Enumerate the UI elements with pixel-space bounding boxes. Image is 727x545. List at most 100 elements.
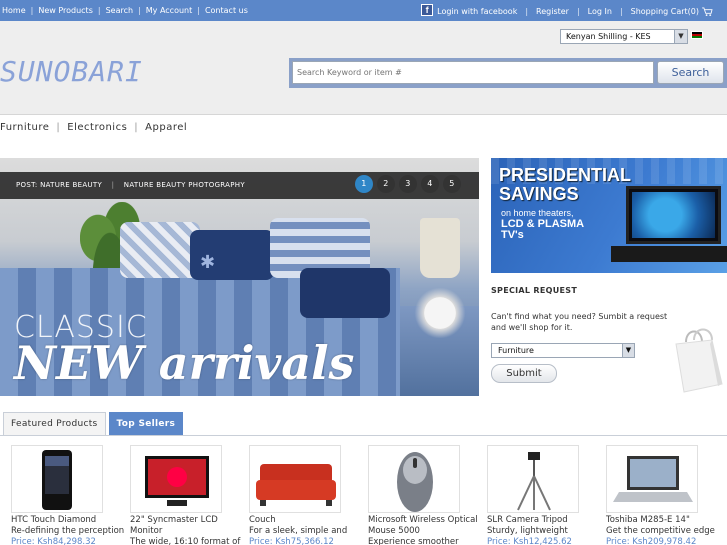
hero-page-5[interactable]: 5 xyxy=(443,175,461,193)
laptop-icon xyxy=(613,456,693,502)
product-thumb[interactable] xyxy=(249,445,341,513)
product-desc: For a sleek, simple and xyxy=(249,526,348,536)
product-thumb[interactable] xyxy=(130,445,222,513)
nav-separator: | xyxy=(525,6,529,16)
special-request-text: Can't find what you need? Sumbit a reque… xyxy=(491,312,668,332)
product-list: HTC Touch Diamond Re-defining the percep… xyxy=(0,445,727,545)
search-button[interactable]: Search xyxy=(657,61,724,84)
product-desc-2: The wide, 16:10 format of xyxy=(130,537,241,545)
tabs-divider xyxy=(0,435,727,436)
product-name[interactable]: Couch xyxy=(249,515,364,526)
product-desc-2: Experience smoother xyxy=(368,537,459,545)
nav-separator: | xyxy=(197,6,200,15)
nav-separator: | xyxy=(138,6,141,15)
category-furniture[interactable]: Furniture xyxy=(0,122,49,133)
tab-featured-products[interactable]: Featured Products xyxy=(3,412,106,435)
cart-icon[interactable] xyxy=(702,6,713,16)
facebook-login-link[interactable]: Login with facebook xyxy=(437,7,517,16)
product-name[interactable]: 22" Syncmaster LCD xyxy=(130,515,245,526)
promo-title-line1: PRESIDENTIAL xyxy=(499,165,632,185)
mouse-icon xyxy=(397,452,433,512)
product-thumb[interactable] xyxy=(11,445,103,513)
site-header: Kenyan Shilling - KES ▼ SUNOBARI Search xyxy=(0,21,727,115)
promo-sub-line3: TV's xyxy=(501,229,524,241)
nav-my-account-link[interactable]: My Account xyxy=(146,6,192,15)
product-price: Price: Ksh12,425.62 xyxy=(487,537,572,545)
hero-caption-bar: POST: NATURE BEAUTY | NATURE BEAUTY PHOT… xyxy=(0,172,479,199)
hero-post-sub[interactable]: NATURE BEAUTY PHOTOGRAPHY xyxy=(124,181,245,189)
special-request-submit-button[interactable]: Submit xyxy=(491,364,557,383)
nav-separator: | xyxy=(576,6,580,16)
coral-image xyxy=(410,288,470,338)
product-card[interactable]: SLR Camera Tripod Sturdy, lightweight Pr… xyxy=(487,445,602,545)
site-logo[interactable]: SUNOBARI xyxy=(0,55,143,88)
promo-sub-line1: on home theaters, xyxy=(501,208,574,218)
nav-home-link[interactable]: Home xyxy=(2,6,26,15)
search-input[interactable] xyxy=(292,61,654,84)
product-name[interactable]: Toshiba M285-E 14" xyxy=(606,515,721,526)
product-price: Price: Ksh209,978.42 xyxy=(606,537,697,545)
promo-title: PRESIDENTIAL SAVINGS xyxy=(499,166,631,204)
login-link[interactable]: Log In xyxy=(588,7,612,16)
register-link[interactable]: Register xyxy=(536,7,569,16)
category-nav: Furniture | Electronics | Apparel xyxy=(0,122,187,133)
pillow-image xyxy=(300,268,390,318)
couch-icon xyxy=(256,464,336,506)
product-thumb[interactable] xyxy=(487,445,579,513)
special-request-select[interactable]: Furniture ▼ xyxy=(491,343,635,358)
product-card[interactable]: HTC Touch Diamond Re-defining the percep… xyxy=(11,445,126,545)
hero-post-label[interactable]: POST: NATURE BEAUTY xyxy=(16,181,102,189)
category-separator: | xyxy=(134,122,139,133)
hero-page-4[interactable]: 4 xyxy=(421,175,439,193)
promo-banner[interactable]: PRESIDENTIAL SAVINGS on home theaters, LCD… xyxy=(491,158,727,273)
kenya-flag-icon xyxy=(691,31,703,39)
special-request-title: SPECIAL REQUEST xyxy=(491,286,578,295)
category-separator: | xyxy=(56,122,61,133)
hero-headline-new-arrivals: NEW arrivals xyxy=(14,336,355,390)
tv-image xyxy=(626,186,721,244)
top-nav-left: Home | New Products | Search | My Accoun… xyxy=(2,6,248,15)
nav-contact-link[interactable]: Contact us xyxy=(205,6,248,15)
product-name[interactable]: Microsoft Wireless Optical xyxy=(368,515,483,526)
shopping-bag-icon xyxy=(675,328,723,393)
product-thumb[interactable] xyxy=(368,445,460,513)
product-name[interactable]: SLR Camera Tripod xyxy=(487,515,602,526)
product-desc: Monitor xyxy=(130,526,163,536)
product-price: Price: Ksh84,298.32 xyxy=(11,537,96,545)
product-price: Price: Ksh75,366.12 xyxy=(249,537,334,545)
nav-separator: | xyxy=(30,6,34,15)
hero-page-3[interactable]: 3 xyxy=(399,175,417,193)
currency-select[interactable]: Kenyan Shilling - KES ▼ xyxy=(560,29,688,44)
shopping-cart-link[interactable]: Shopping Cart(0) xyxy=(631,7,699,16)
chevron-down-icon[interactable]: ▼ xyxy=(622,344,634,357)
facebook-icon: f xyxy=(421,4,434,16)
tripod-icon xyxy=(517,452,551,511)
category-apparel[interactable]: Apparel xyxy=(145,122,187,133)
product-card[interactable]: Couch For a sleek, simple and Price: Ksh… xyxy=(249,445,364,545)
chevron-down-icon[interactable]: ▼ xyxy=(674,30,687,43)
product-card[interactable]: Microsoft Wireless Optical Mouse 5000 Ex… xyxy=(368,445,483,545)
product-card[interactable]: Toshiba M285-E 14" Get the competitive e… xyxy=(606,445,721,545)
hero-separator: | xyxy=(111,181,115,189)
nav-separator: | xyxy=(619,6,623,16)
product-card[interactable]: 22" Syncmaster LCD Monitor The wide, 16:… xyxy=(130,445,245,545)
hero-page-2[interactable]: 2 xyxy=(377,175,395,193)
hero-slider[interactable]: ✱ POST: NATURE BEAUTY | NATURE BEAUTY PH… xyxy=(0,158,479,396)
lamp-image xyxy=(420,218,460,278)
product-desc: Re-defining the perception xyxy=(11,526,125,536)
nav-search-link[interactable]: Search xyxy=(106,6,133,15)
special-request-select-value: Furniture xyxy=(498,346,534,355)
product-name[interactable]: HTC Touch Diamond xyxy=(11,515,126,526)
nav-new-products-link[interactable]: New Products xyxy=(38,6,93,15)
category-electronics[interactable]: Electronics xyxy=(67,122,127,133)
product-thumb[interactable] xyxy=(606,445,698,513)
monitor-icon xyxy=(145,456,209,506)
product-desc: Get the competitive edge xyxy=(606,526,715,536)
promo-subtitle: on home theaters, LCD & PLASMA TV's xyxy=(501,208,584,241)
currency-select-value: Kenyan Shilling - KES xyxy=(566,32,651,41)
promo-title-line2: SAVINGS xyxy=(499,184,579,204)
product-desc: Sturdy, lightweight xyxy=(487,526,568,536)
hero-page-1[interactable]: 1 xyxy=(355,175,373,193)
tab-top-sellers[interactable]: Top Sellers xyxy=(108,412,184,435)
nav-separator: | xyxy=(97,6,101,15)
